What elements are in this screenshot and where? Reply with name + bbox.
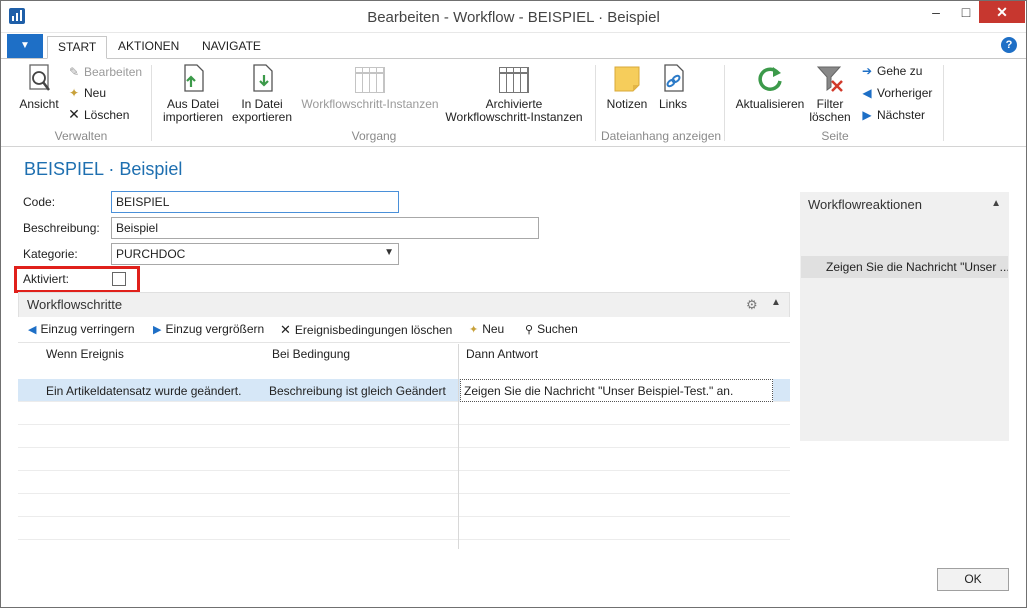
table-row[interactable] [18, 471, 790, 494]
column-header-wenn[interactable]: Wenn Ereignis [46, 347, 124, 361]
group-divider [724, 65, 725, 141]
app-menu-button[interactable]: ▼ [7, 34, 43, 58]
triangle-left-icon: ◀ [862, 86, 872, 100]
ansicht-button[interactable]: Ansicht [15, 63, 63, 111]
filter-loeschen-button[interactable]: Filter löschen [807, 63, 853, 124]
naechster-button[interactable]: ▶ Nächster [860, 106, 925, 124]
group-label-vorgang: Vorgang [351, 129, 397, 143]
kategorie-select[interactable]: PURCHDOC ▼ [111, 243, 399, 265]
help-icon[interactable]: ? [1001, 37, 1017, 53]
group-label-seite: Seite [821, 129, 849, 143]
table-row[interactable]: Ein Artikeldatensatz wurde geändert. Bes… [18, 379, 790, 402]
factbox-title: Workflowreaktionen [808, 197, 922, 212]
minimize-button[interactable]: – [923, 1, 949, 23]
notizen-button[interactable]: Notizen [602, 63, 652, 111]
triangle-left-icon: ◀ [28, 324, 37, 336]
page-title: BEISPIEL · Beispiel [24, 159, 183, 179]
panel-title: Workflowschritte [27, 297, 123, 312]
links-button[interactable]: Links [653, 63, 693, 111]
export-button[interactable]: In Datei exportieren [229, 63, 295, 124]
einzug-verringern-button[interactable]: ◀ Einzug verringern [28, 322, 135, 336]
arrow-right-icon: ➔ [861, 64, 873, 78]
workflow-window: Bearbeiten - Workflow - BEISPIEL · Beisp… [0, 0, 1027, 608]
grid-icon [498, 63, 530, 95]
window-title: Bearbeiten - Workflow - BEISPIEL · Beisp… [367, 9, 660, 26]
delete-x-icon: ✕ [68, 106, 80, 122]
bei-cell[interactable]: Beschreibung ist gleich Geändert [269, 384, 446, 398]
column-header-bei[interactable]: Bei Bedingung [272, 347, 350, 361]
gehe-zu-button[interactable]: ➔ Gehe zu [860, 62, 922, 80]
workflowschritt-instanzen-button[interactable]: Workflowschritt-Instanzen [297, 63, 443, 111]
close-button[interactable]: ✕ [979, 1, 1025, 23]
note-icon [611, 63, 643, 95]
collapse-icon[interactable]: ▲ [771, 297, 781, 308]
ereignisbedingungen-loeschen-button[interactable]: ✕ Ereignisbedingungen löschen [280, 322, 452, 338]
workflowschritte-panel: Workflowschritte ⚙ ▲ ◀ Einzug verringern … [18, 292, 790, 549]
code-field[interactable]: BEISPIEL [111, 191, 399, 213]
neu-step-button[interactable]: ✦ Neu [469, 322, 504, 336]
kategorie-value: PURCHDOC [116, 247, 186, 261]
workflowreaktionen-factbox: Workflowreaktionen ▲ Zeigen Sie die Nach… [800, 192, 1009, 441]
collapse-icon[interactable]: ▲ [991, 198, 1001, 209]
neu-button[interactable]: ✦ Neu [67, 84, 106, 102]
chevron-down-icon: ▼ [384, 247, 394, 258]
suchen-button[interactable]: ⚲ Suchen [525, 322, 578, 336]
tab-navigate[interactable]: NAVIGATE [192, 36, 271, 59]
ribbon-tabs: ▼ START AKTIONEN NAVIGATE ? [1, 33, 1026, 59]
import-button[interactable]: Aus Datei importieren [160, 63, 226, 124]
triangle-right-icon: ▶ [862, 108, 872, 122]
pencil-icon: ✎ [68, 65, 80, 79]
clear-filter-icon [814, 63, 846, 95]
table-row[interactable] [18, 425, 790, 448]
code-label: Code: [23, 195, 56, 209]
einzug-vergroessern-button[interactable]: ▶ Einzug vergrößern [153, 322, 264, 336]
column-divider [458, 344, 459, 549]
group-divider [151, 65, 152, 141]
tab-aktionen[interactable]: AKTIONEN [108, 36, 189, 59]
refresh-icon [754, 63, 786, 95]
import-file-icon [177, 63, 209, 95]
group-label-verwalten: Verwalten [54, 129, 108, 143]
triangle-right-icon: ▶ [153, 324, 162, 336]
beschreibung-label: Beschreibung: [23, 221, 100, 235]
export-file-icon [246, 63, 278, 95]
delete-x-icon: ✕ [280, 322, 291, 337]
tab-start[interactable]: START [47, 36, 108, 59]
highlight-annotation [14, 266, 140, 293]
table-row[interactable] [18, 494, 790, 517]
loeschen-button[interactable]: ✕ Löschen [67, 105, 129, 123]
link-icon [657, 63, 689, 95]
ok-button[interactable]: OK [937, 568, 1009, 591]
dann-cell[interactable]: Zeigen Sie die Nachricht "Unser Beispiel… [460, 379, 773, 402]
group-label-dateianhang: Dateianhang anzeigen [600, 129, 722, 143]
kategorie-label: Kategorie: [23, 247, 78, 261]
ribbon: Ansicht ✎ Bearbeiten ✦ Neu ✕ Löschen Verwal… [1, 59, 1026, 147]
table-row[interactable] [18, 517, 790, 540]
wenn-cell[interactable]: Ein Artikeldatensatz wurde geändert. [46, 384, 241, 398]
aktualisieren-button[interactable]: Aktualisieren [733, 63, 807, 111]
grid-icon [354, 63, 386, 95]
table-row[interactable] [18, 448, 790, 471]
title-bar: Bearbeiten - Workflow - BEISPIEL · Beisp… [1, 1, 1026, 33]
new-document-icon: ✦ [469, 324, 479, 336]
panel-action-bar: ◀ Einzug verringern ▶ Einzug vergrößern ✕ E… [18, 317, 790, 343]
factbox-item[interactable]: Zeigen Sie die Nachricht "Unser ... [801, 256, 1008, 278]
vorheriger-button[interactable]: ◀ Vorheriger [860, 84, 932, 102]
column-header-dann[interactable]: Dann Antwort [466, 347, 538, 361]
binoculars-icon: ⚲ [525, 324, 534, 336]
gears-icon[interactable]: ⚙ [746, 297, 758, 313]
table-row[interactable] [18, 402, 790, 425]
magnifier-icon [23, 63, 55, 95]
bearbeiten-button[interactable]: ✎ Bearbeiten [67, 63, 142, 81]
panel-header: Workflowschritte ⚙ ▲ [18, 292, 790, 317]
maximize-button[interactable]: □ [953, 1, 979, 23]
beschreibung-field[interactable]: Beispiel [111, 217, 539, 239]
archivierte-instanzen-button[interactable]: Archivierte Workflowschritt-Instanzen [443, 63, 585, 124]
new-document-icon: ✦ [68, 86, 80, 100]
group-divider [595, 65, 596, 141]
group-divider [943, 65, 944, 141]
